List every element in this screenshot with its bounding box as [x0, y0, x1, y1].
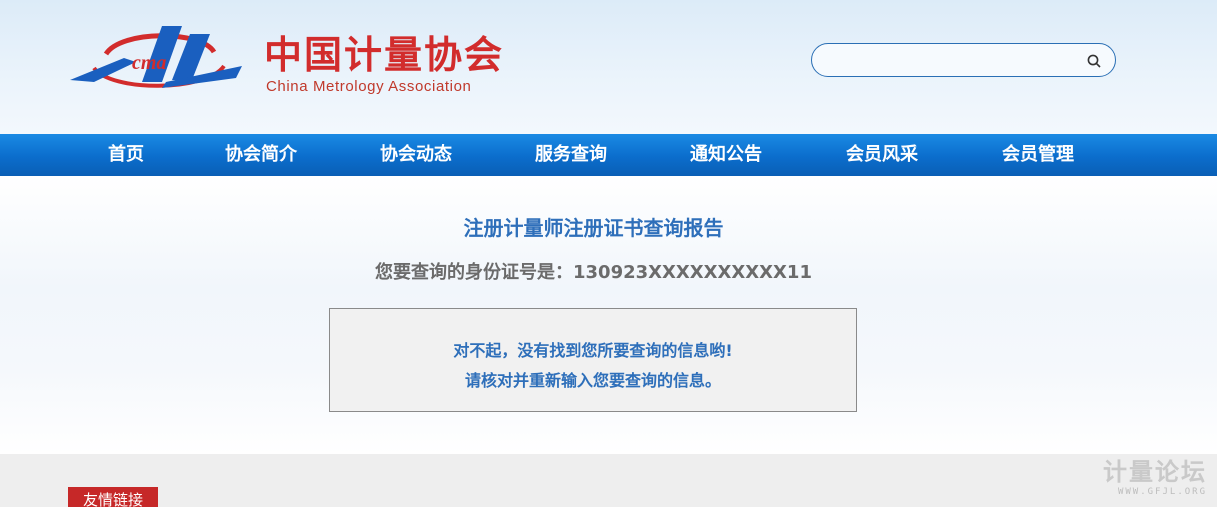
logo-chinese-name: 中国计量协会 [264, 33, 505, 77]
search-input[interactable] [826, 50, 1080, 72]
notice-line-1: 对不起，没有找到您所要查询的信息哟! [453, 341, 733, 360]
report-title: 注册计量师注册证书查询报告 [463, 216, 724, 240]
notice-line-2: 请核对并重新输入您要查询的信息。 [464, 371, 721, 390]
query-report-section: 注册计量师注册证书查询报告 您要查询的身份证号是：130923XXXXXXXXX… [0, 176, 1217, 454]
site-footer: 友情链接 计量论坛 WWW.GFJL.ORG [0, 454, 1217, 507]
nav-item-about[interactable]: 协会简介 [225, 134, 297, 176]
search-box [811, 43, 1116, 77]
nav-item-member-showcase[interactable]: 会员风采 [846, 134, 918, 176]
nav-item-notices[interactable]: 通知公告 [690, 134, 762, 176]
logo-english-name: China Metrology Association [266, 78, 472, 95]
watermark-en: WWW.GFJL.ORG [1117, 487, 1207, 497]
nav-item-member-management[interactable]: 会员管理 [1002, 134, 1074, 176]
friend-links-tab[interactable]: 友情链接 [68, 487, 158, 507]
not-found-notice: 对不起，没有找到您所要查询的信息哟! 请核对并重新输入您要查询的信息。 [329, 308, 857, 412]
nav-item-home[interactable]: 首页 [108, 134, 144, 176]
nav-item-news[interactable]: 协会动态 [380, 134, 452, 176]
cma-logo-icon[interactable]: cma [66, 22, 242, 98]
logo-mark-text: cma [132, 52, 166, 74]
forum-watermark: 计量论坛 WWW.GFJL.ORG [1103, 452, 1207, 497]
main-navigation: 首页 协会简介 协会动态 服务查询 通知公告 会员风采 会员管理 [0, 134, 1217, 176]
watermark-cn: 计量论坛 [1103, 458, 1207, 486]
nav-item-service-query[interactable]: 服务查询 [535, 134, 607, 176]
report-id-line: 您要查询的身份证号是：130923XXXXXXXXXX11 [375, 262, 812, 283]
search-icon[interactable] [1086, 53, 1102, 69]
site-header: cma 中国计量协会 China Metrology Association [0, 0, 1217, 134]
